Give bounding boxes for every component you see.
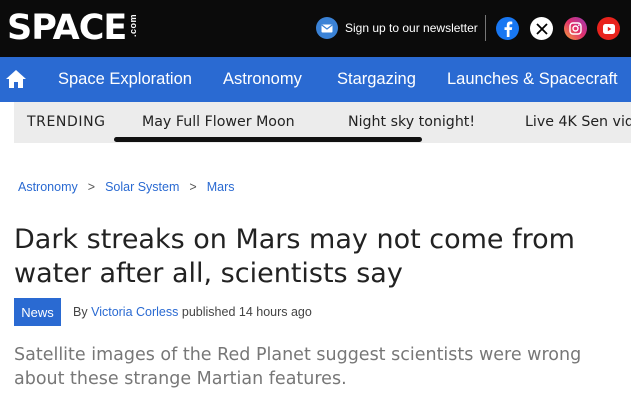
- youtube-icon[interactable]: [597, 17, 620, 40]
- breadcrumb: Astronomy > Solar System > Mars: [18, 180, 235, 194]
- instagram-icon[interactable]: [564, 17, 587, 40]
- nav-item-astronomy[interactable]: Astronomy: [223, 70, 302, 89]
- breadcrumb-mars[interactable]: Mars: [207, 180, 235, 194]
- byline: By Victoria Corless published 14 hours a…: [73, 305, 312, 319]
- newsletter-signup[interactable]: Sign up to our newsletter: [316, 17, 478, 39]
- article-subtitle: Satellite images of the Red Planet sugge…: [14, 345, 582, 389]
- home-icon[interactable]: [5, 68, 27, 90]
- article-title: Dark streaks on Mars may not come from w…: [14, 224, 575, 289]
- facebook-icon[interactable]: [496, 17, 519, 40]
- logo-suffix: .com: [128, 14, 139, 38]
- nav-item-space-exploration[interactable]: Space Exploration: [58, 70, 192, 89]
- trending-item[interactable]: May Full Flower Moon: [142, 114, 295, 130]
- category-badge[interactable]: News: [14, 298, 61, 326]
- newsletter-label: Sign up to our newsletter: [345, 21, 478, 35]
- trending-label: TRENDING: [27, 114, 106, 130]
- trending-item[interactable]: Night sky tonight!: [348, 114, 475, 130]
- breadcrumb-astronomy[interactable]: Astronomy: [18, 180, 78, 194]
- trending-item[interactable]: Live 4K Sen vide: [525, 114, 631, 130]
- mail-icon: [316, 17, 338, 39]
- nav-item-launches-spacecraft[interactable]: Launches & Spacecraft: [447, 70, 618, 89]
- header-divider: [485, 15, 486, 41]
- breadcrumb-separator: >: [189, 180, 197, 194]
- breadcrumb-separator: >: [87, 180, 96, 194]
- author-link[interactable]: Victoria Corless: [91, 305, 178, 319]
- main-nav: Space Exploration Astronomy Stargazing L…: [0, 57, 631, 102]
- site-header: SPACE .com Sign up to our newsletter: [0, 0, 631, 57]
- x-icon[interactable]: [530, 17, 553, 40]
- breadcrumb-solar-system[interactable]: Solar System: [105, 180, 179, 194]
- nav-item-stargazing[interactable]: Stargazing: [337, 70, 416, 89]
- logo-text: SPACE: [7, 8, 127, 48]
- trending-scrollbar[interactable]: [114, 137, 422, 142]
- space-logo[interactable]: SPACE .com: [7, 8, 138, 48]
- byline-prefix: By: [73, 305, 88, 319]
- published-time: published 14 hours ago: [181, 305, 312, 319]
- trending-bar: TRENDING May Full Flower Moon Night sky …: [14, 102, 631, 143]
